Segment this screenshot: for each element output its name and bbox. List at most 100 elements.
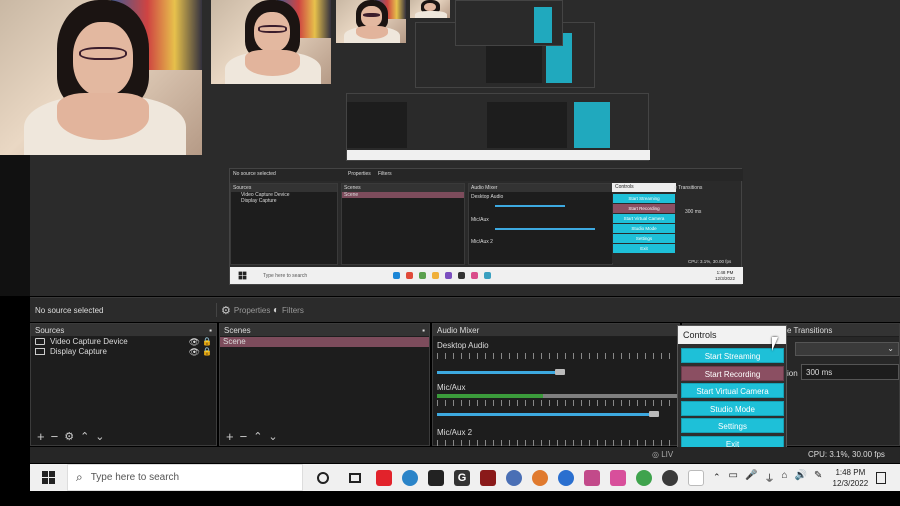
arrow-down-icon[interactable]: ⌄ bbox=[95, 430, 104, 443]
lock-icon[interactable]: 🔒 bbox=[202, 337, 212, 347]
volume-icon[interactable]: 🔊 bbox=[795, 470, 807, 485]
nested-sources-header: Sources bbox=[231, 184, 337, 192]
preview-black-left bbox=[0, 155, 30, 296]
audio-mixer-panel: Audio Mixer Desktop Audio Mic/Aux Mic/Au… bbox=[432, 323, 680, 446]
volume-slider-mic[interactable] bbox=[437, 411, 659, 417]
photos-app-icon[interactable] bbox=[584, 469, 600, 486]
plus-icon[interactable]: + bbox=[226, 429, 234, 444]
nested-btn-studio: Studio Mode bbox=[613, 224, 675, 233]
filters-button[interactable]: ◐ Filters bbox=[273, 303, 304, 317]
microphone-icon[interactable]: 🎤 bbox=[745, 470, 757, 485]
channel-mic-aux: Mic/Aux bbox=[437, 383, 679, 423]
live-indicator: ◎ LIV bbox=[652, 450, 673, 459]
live-label: LIV bbox=[661, 450, 674, 459]
cpu-status: CPU: 3.1%, 30.00 fps bbox=[808, 450, 885, 459]
nested-obs-capture: No source selected Properties Filters So… bbox=[229, 168, 743, 285]
nested-btn-virtualcam: Start Virtual Camera bbox=[613, 214, 675, 223]
minus-icon[interactable]: − bbox=[51, 429, 59, 444]
lock-icon[interactable]: 🔒 bbox=[202, 347, 212, 357]
notifications-icon[interactable] bbox=[876, 471, 887, 484]
nested-source-2: Display Capture bbox=[241, 198, 277, 204]
scenes-title: Scenes bbox=[224, 326, 251, 335]
red-app-icon[interactable] bbox=[480, 469, 496, 486]
controls-title: Controls bbox=[683, 330, 717, 340]
arrow-down-icon[interactable]: ⌄ bbox=[268, 430, 277, 443]
channel-label-mic2: Mic/Aux 2 bbox=[437, 428, 473, 437]
channel-desktop-audio: Desktop Audio bbox=[437, 341, 679, 377]
nested-controls-title: Controls bbox=[612, 183, 676, 192]
nested-btn-exit: Exit bbox=[613, 244, 675, 253]
audio-mixer-header: Audio Mixer bbox=[433, 324, 679, 337]
transition-select[interactable]: ⌄ bbox=[795, 342, 899, 356]
chevron-up-icon[interactable]: ⌃ bbox=[713, 472, 721, 483]
dock-float-icon[interactable]: ▪ bbox=[209, 324, 212, 337]
volume-slider-desktop[interactable] bbox=[437, 369, 565, 375]
blue-app-icon[interactable] bbox=[558, 469, 574, 486]
nested-date: 12/3/2022 bbox=[714, 275, 735, 281]
channel-mic-aux-2: Mic/Aux 2 bbox=[437, 428, 679, 448]
scene-item[interactable]: Scene bbox=[220, 337, 429, 347]
search-placeholder: Type here to search bbox=[90, 472, 180, 483]
clock[interactable]: 1:48 PM 12/3/2022 bbox=[830, 467, 870, 489]
nested-scene-item: Scene bbox=[342, 192, 464, 198]
task-view-icon[interactable] bbox=[349, 472, 361, 483]
mouse-cursor-icon bbox=[772, 337, 778, 351]
minus-icon[interactable]: − bbox=[240, 429, 248, 444]
battery-icon[interactable]: ▭ bbox=[729, 470, 738, 485]
nested-duration: 300 ms bbox=[685, 209, 702, 215]
nested-mic-aux2: Mic/Aux 2 bbox=[471, 239, 493, 245]
arrow-up-icon[interactable]: ⌃ bbox=[253, 430, 262, 443]
level-meter-mic bbox=[437, 394, 679, 398]
source-item-display-capture[interactable]: Display Capture 👁 🔒 bbox=[31, 347, 216, 357]
obs-app-icon[interactable] bbox=[662, 469, 678, 486]
nested-no-source: No source selected bbox=[233, 171, 276, 177]
clock-time: 1:48 PM bbox=[835, 467, 866, 477]
nested-search: Type here to search bbox=[263, 272, 308, 279]
plus-icon[interactable]: + bbox=[37, 429, 45, 444]
nested-transitions: e Transitions bbox=[674, 185, 703, 191]
search-icon: ⌕ bbox=[76, 470, 83, 484]
usb-icon[interactable]: ⏚ bbox=[764, 470, 774, 485]
studio-mode-button[interactable]: Studio Mode bbox=[681, 400, 784, 416]
source-label-display-capture: Display Capture bbox=[50, 347, 107, 356]
taskbar-search-box[interactable]: ⌕ Type here to search bbox=[67, 464, 303, 491]
duration-value: 300 ms bbox=[806, 368, 833, 377]
globe-app-icon[interactable] bbox=[402, 469, 418, 486]
nested-properties: Properties bbox=[348, 171, 371, 177]
g-app-icon[interactable]: G bbox=[454, 469, 470, 486]
filters-label: Filters bbox=[282, 305, 304, 315]
pen-icon[interactable]: ✎ bbox=[814, 470, 822, 485]
source-item-video-capture[interactable]: Video Capture Device 👁 🔒 bbox=[31, 337, 216, 347]
dq-app-icon[interactable] bbox=[376, 469, 392, 486]
cortana-icon[interactable] bbox=[317, 471, 329, 484]
duration-input[interactable]: 300 ms bbox=[801, 364, 899, 380]
network-icon[interactable]: ⌂ bbox=[781, 470, 787, 485]
nested-obs-capture-deep bbox=[346, 93, 650, 161]
webcam-feed-main bbox=[0, 0, 202, 155]
eye-icon[interactable]: 👁 bbox=[189, 347, 200, 357]
chess-app-icon[interactable] bbox=[506, 469, 522, 486]
eye-icon[interactable]: 👁 bbox=[189, 337, 200, 347]
properties-button[interactable]: ⚙ Properties bbox=[216, 303, 270, 317]
file-app-icon[interactable] bbox=[688, 469, 704, 486]
scenes-panel: Scenes ▪ Scene + − ⌃ ⌄ bbox=[219, 323, 430, 446]
nested-time: 1:48 PM bbox=[716, 269, 734, 275]
sources-toolbar: + − ⚙ ⌃ ⌄ bbox=[31, 427, 216, 445]
start-recording-button[interactable]: Start Recording bbox=[681, 365, 784, 381]
properties-label: Properties bbox=[233, 305, 271, 315]
gear-icon[interactable]: ⚙ bbox=[64, 430, 74, 443]
webcam-feed-echo-1 bbox=[211, 0, 331, 84]
windows-start-icon[interactable] bbox=[42, 471, 55, 484]
controls-title-bar[interactable]: Controls bbox=[678, 326, 786, 344]
pink-app-icon[interactable] bbox=[610, 469, 626, 486]
green-app-icon[interactable] bbox=[636, 469, 652, 486]
dark-app-icon[interactable] bbox=[428, 469, 444, 486]
start-streaming-button[interactable]: Start Streaming bbox=[681, 348, 784, 363]
orange-app-icon[interactable] bbox=[532, 469, 548, 486]
source-label-video-capture: Video Capture Device bbox=[50, 337, 128, 346]
dock-float-icon[interactable]: ▪ bbox=[422, 324, 425, 337]
start-virtual-camera-button[interactable]: Start Virtual Camera bbox=[681, 383, 784, 398]
arrow-up-icon[interactable]: ⌃ bbox=[80, 430, 89, 443]
settings-button[interactable]: Settings bbox=[681, 418, 784, 433]
webcam-feed-echo-2 bbox=[336, 0, 406, 43]
